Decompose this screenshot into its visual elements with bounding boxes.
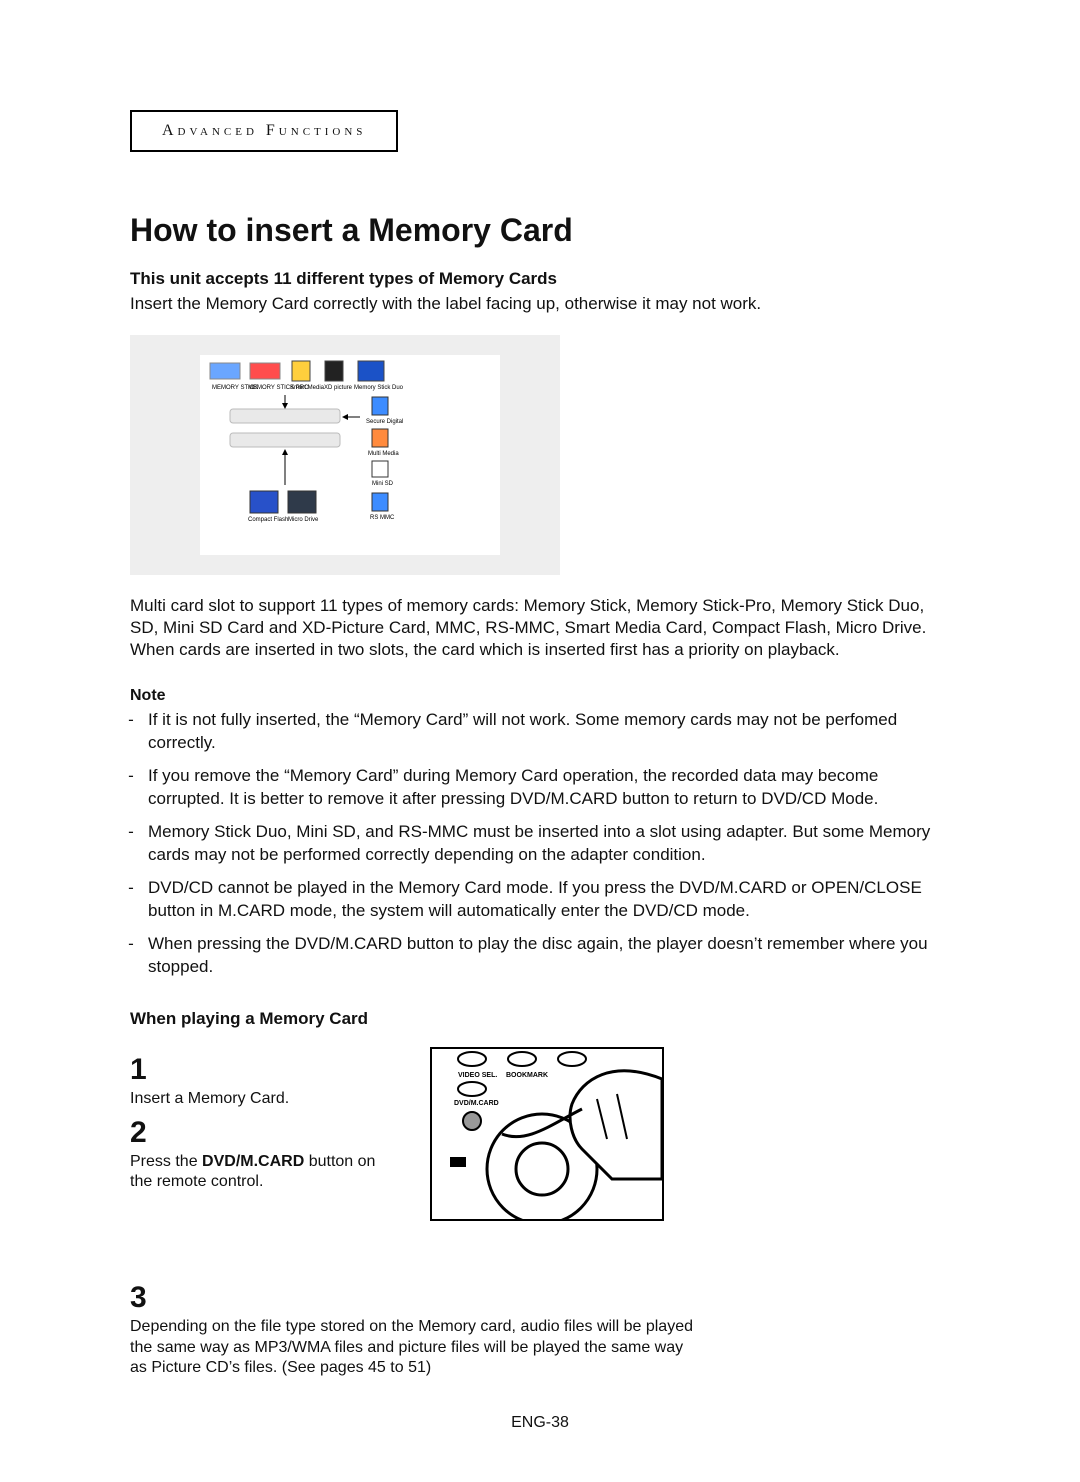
multi-slot-text: Multi card slot to support 11 types of m… [130, 595, 950, 661]
step-2-pre: Press the [130, 1153, 202, 1170]
manual-page: Advanced Functions How to insert a Memor… [0, 0, 1080, 1482]
note-item: Memory Stick Duo, Mini SD, and RS-MMC mu… [148, 821, 950, 867]
label-rsmmc: RS MMC [370, 515, 395, 521]
subtitle: This unit accepts 11 different types of … [130, 269, 950, 289]
note-item: If you remove the “Memory Card” during M… [148, 765, 950, 811]
step-2-number: 2 [130, 1116, 390, 1150]
page-title: How to insert a Memory Card [130, 212, 950, 249]
left-arrow-icon [450, 1157, 466, 1167]
section-label-box: Advanced Functions [130, 110, 398, 152]
step-3-block: 3 Depending on the file type stored on t… [130, 1281, 700, 1379]
label-xd-picture: XD picture [324, 385, 353, 391]
step-1-number: 1 [130, 1053, 390, 1087]
label-video-sel: VIDEO SEL. [458, 1072, 497, 1079]
note-item: When pressing the DVD/M.CARD button to p… [148, 933, 950, 979]
notes-list: If it is not fully inserted, the “Memory… [130, 709, 950, 978]
section-label: Advanced Functions [162, 122, 366, 139]
step-2-bold: DVD/M.CARD [202, 1153, 304, 1170]
note-item: If it is not fully inserted, the “Memory… [148, 709, 950, 755]
note-item: DVD/CD cannot be played in the Memory Ca… [148, 877, 950, 923]
steps-area: 1 Insert a Memory Card. 2 Press the DVD/… [130, 1047, 950, 1221]
step-2-text: Press the DVD/M.CARD button on the remot… [130, 1152, 390, 1194]
label-microdrive: Micro Drive [288, 517, 319, 523]
step-1-text: Insert a Memory Card. [130, 1089, 390, 1110]
dvd-mcard-button-icon [463, 1112, 481, 1130]
page-footer: ENG-38 [0, 1414, 1080, 1432]
step-3-text: Depending on the file type stored on the… [130, 1317, 700, 1379]
label-bookmark: BOOKMARK [506, 1072, 548, 1079]
label-smart-media: Smart Media [290, 385, 325, 391]
intro-text: Insert the Memory Card correctly with th… [130, 293, 950, 315]
step-3-number: 3 [130, 1281, 700, 1315]
label-dvd-mcard: DVD/M.CARD [454, 1100, 499, 1107]
label-mmc: Multi Media [368, 451, 399, 457]
label-ms-duo: Memory Stick Duo [354, 385, 404, 391]
playing-heading: When playing a Memory Card [130, 1009, 950, 1029]
label-sd: Secure Digital [366, 419, 403, 425]
memory-card-diagram: MEMORY STICK MEMORY STICK PRO Smart Medi… [130, 335, 560, 575]
note-heading: Note [130, 687, 950, 705]
remote-illustration: VIDEO SEL. BOOKMARK DVD/M.CARD [430, 1047, 664, 1221]
label-cf: Compact Flash [248, 517, 288, 523]
label-minisd: Mini SD [372, 481, 394, 487]
